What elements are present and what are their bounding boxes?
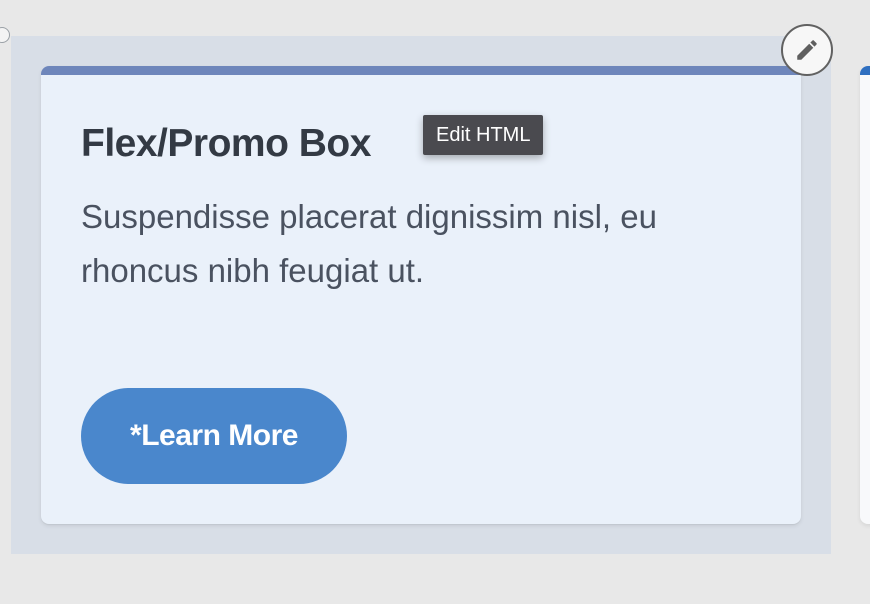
promo-body-text: Suspendisse placerat dignissim nisl, eu … bbox=[81, 198, 657, 289]
promo-title: Flex/Promo Box bbox=[81, 122, 371, 165]
selection-handle[interactable] bbox=[0, 27, 10, 43]
edit-html-tooltip: Edit HTML bbox=[423, 115, 544, 155]
pencil-icon bbox=[797, 40, 817, 60]
edit-button[interactable] bbox=[781, 24, 833, 76]
editor-canvas: Flex/Promo Box Suspendisse placerat dign… bbox=[0, 0, 870, 604]
learn-more-button[interactable]: *Learn More bbox=[81, 388, 347, 484]
next-promo-card-partial[interactable] bbox=[860, 66, 870, 524]
card-accent-bar bbox=[41, 66, 801, 75]
promo-box-card: Flex/Promo Box Suspendisse placerat dign… bbox=[41, 66, 801, 524]
next-card-accent-bar bbox=[860, 66, 870, 75]
